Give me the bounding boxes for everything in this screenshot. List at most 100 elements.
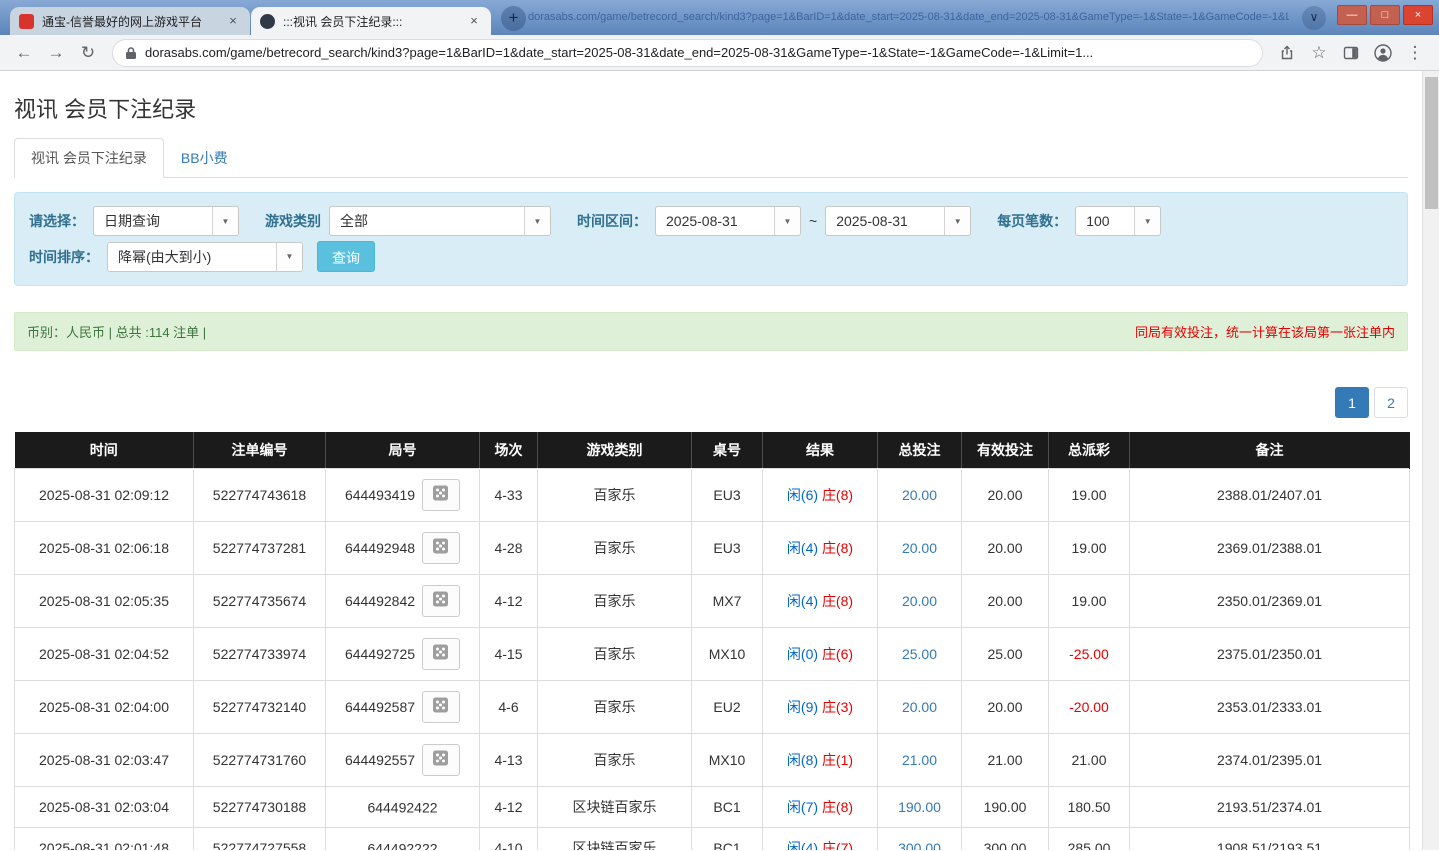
cell-result: 闲(4) 庄(8) [762,520,878,575]
cell-time: 2025-08-31 02:03:04 [14,785,194,828]
cell-table-no: MX10 [691,732,763,787]
result-banker: 庄(8) [821,798,854,815]
page-button-2[interactable]: 2 [1374,387,1408,418]
cell-table-no: EU2 [691,679,763,734]
cell-payout: 180.50 [1048,785,1130,828]
profile-icon[interactable] [1369,39,1397,67]
date-end-select[interactable]: 2025-08-31 ▼ [825,206,972,236]
query-type-select[interactable]: 日期查询 ▼ [93,206,239,236]
tab-close-icon[interactable]: × [466,13,482,29]
dice-icon [431,696,451,717]
page-tab-strip: 视讯 会员下注纪录 BB小费 [14,138,1408,178]
cell-bet-id: 522774733974 [193,626,326,681]
table-row: 2025-08-31 02:04:00 522774732140 644492587… [14,679,1410,734]
cell-session: 4-12 [479,573,538,628]
total-bet-link[interactable]: 21.00 [902,752,937,768]
cell-bet-id: 522774727558 [193,826,326,850]
side-panel-icon[interactable] [1337,39,1365,67]
chevron-down-icon[interactable]: ▼ [944,207,971,235]
cell-payout: 19.00 [1048,573,1130,628]
browser-tab-bet-records[interactable]: :::视讯 会员下注纪录::: × [251,7,491,35]
share-icon[interactable] [1273,39,1301,67]
tab-close-icon[interactable]: × [225,13,241,29]
result-player: 闲(9) [786,698,819,715]
pagination: 12 [14,387,1408,418]
lock-icon [125,46,137,60]
game-replay-button[interactable] [422,478,461,511]
cell-session: 4-15 [479,626,538,681]
game-type-select[interactable]: 全部 ▼ [329,206,551,236]
cell-time: 2025-08-31 02:04:52 [14,626,194,681]
table-row: 2025-08-31 02:03:04 522774730188 644492422… [14,785,1410,828]
game-type-label: 游戏类别 [265,213,321,229]
game-replay-button[interactable] [422,584,461,617]
total-bet-link[interactable]: 20.00 [902,699,937,715]
sort-select[interactable]: 降幂(由大到小) ▼ [107,241,303,272]
chevron-down-icon[interactable]: ▼ [212,207,238,235]
cell-table-no: MX10 [691,626,763,681]
total-bet-link[interactable]: 20.00 [902,593,937,609]
total-bet-link[interactable]: 20.00 [902,540,937,556]
column-header: 结果 [762,432,878,468]
column-header: 局号 [325,432,480,468]
page-button-1[interactable]: 1 [1335,387,1369,418]
column-header: 场次 [479,432,538,468]
total-bet-link[interactable]: 300.00 [898,840,941,851]
page-size-select[interactable]: 100 ▼ [1075,206,1162,236]
cell-result: 闲(4) 庄(8) [762,573,878,628]
cell-note: 2350.01/2369.01 [1129,573,1410,628]
bookmark-star-icon[interactable]: ☆ [1305,39,1333,67]
tab-bet-records[interactable]: 视讯 会员下注纪录 [14,138,164,178]
browser-tab-home[interactable]: 通宝-信誉最好的网上游戏平台 × [10,7,250,35]
cell-result: 闲(0) 庄(6) [762,626,878,681]
game-replay-button[interactable] [422,690,461,723]
cell-valid-bet: 190.00 [961,785,1049,828]
address-bar[interactable]: dorasabs.com/game/betrecord_search/kind3… [112,38,1263,67]
forward-button[interactable]: → [42,39,70,67]
date-start-select[interactable]: 2025-08-31 ▼ [655,206,801,236]
tab-search-button[interactable]: ∨ [1302,6,1326,30]
cell-bet-id: 522774731760 [193,732,326,787]
cell-valid-bet: 25.00 [961,626,1049,681]
filter-row-2: 时间排序： 降幂(由大到小) ▼ 查询 [25,241,1397,272]
cell-note: 2375.01/2350.01 [1129,626,1410,681]
cell-payout: 285.00 [1048,826,1130,850]
cell-game-type: 百家乐 [537,732,692,787]
result-banker: 庄(8) [821,592,854,609]
column-header: 时间 [14,432,194,468]
column-header: 总派彩 [1048,432,1130,468]
page-size-value: 100 [1086,213,1110,229]
chevron-down-icon[interactable]: ▼ [276,242,302,271]
game-replay-button[interactable] [422,531,461,564]
cell-note: 2369.01/2388.01 [1129,520,1410,575]
chevron-down-icon[interactable]: ▼ [774,207,800,235]
chevron-down-icon[interactable]: ▼ [1134,207,1161,235]
cell-valid-bet: 20.00 [961,467,1049,522]
game-replay-button[interactable] [422,637,461,670]
total-bet-link[interactable]: 20.00 [902,487,937,503]
close-window-button[interactable]: × [1403,5,1433,25]
cell-total-bet: 20.00 [877,520,962,575]
scrollbar-thumb[interactable] [1425,77,1438,209]
game-replay-button[interactable] [422,743,461,776]
total-bet-link[interactable]: 190.00 [898,799,941,815]
cell-time: 2025-08-31 02:03:47 [14,732,194,787]
menu-icon[interactable]: ⋮ [1401,39,1429,67]
new-tab-button[interactable]: + [501,6,526,31]
back-button[interactable]: ← [10,39,38,67]
cell-session: 4-6 [479,679,538,734]
minimize-button[interactable]: — [1337,5,1367,25]
cell-table-no: EU3 [691,520,763,575]
chevron-down-icon[interactable]: ▼ [524,207,550,235]
tab-bb-tip[interactable]: BB小费 [164,138,245,178]
cell-session: 4-13 [479,732,538,787]
cell-valid-bet: 20.00 [961,679,1049,734]
search-button[interactable]: 查询 [317,241,375,272]
tab-title: 通宝-信誉最好的网上游戏平台 [42,14,202,29]
reload-button[interactable]: ↻ [74,39,102,67]
scrollbar[interactable] [1422,71,1439,850]
total-bet-link[interactable]: 25.00 [902,646,937,662]
column-header: 注单编号 [193,432,326,468]
result-banker: 庄(6) [821,645,854,662]
maximize-button[interactable]: □ [1370,5,1400,25]
